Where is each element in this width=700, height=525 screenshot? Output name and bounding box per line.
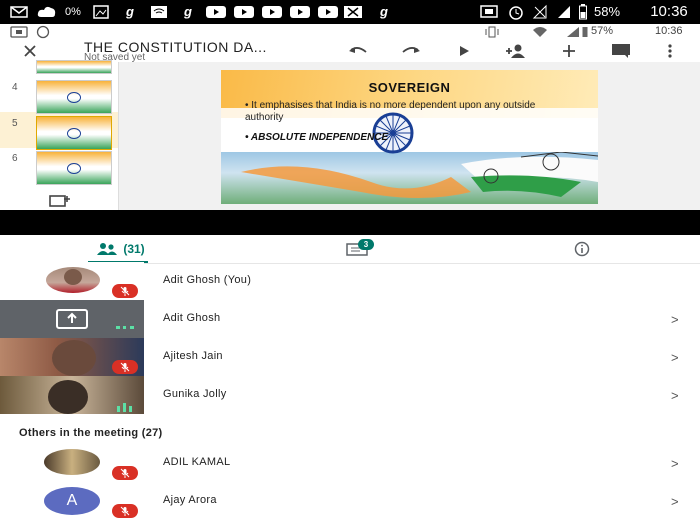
battery-icon <box>578 3 588 20</box>
vibrate-icon <box>484 26 500 41</box>
redo-button[interactable] <box>397 40 425 62</box>
participant-row[interactable]: Adit Ghosh (You) <box>0 262 700 300</box>
signal-icon <box>554 3 574 20</box>
clock: 10:36 <box>655 25 683 37</box>
tab-chat[interactable]: 3 <box>334 235 380 263</box>
clock: 10:36 <box>650 3 688 20</box>
close-icon <box>24 45 36 57</box>
comment-icon <box>612 44 630 58</box>
chevron-right-icon[interactable]: > <box>671 388 679 403</box>
chat-badge: 3 <box>358 239 374 250</box>
mic-off-icon <box>112 284 138 298</box>
battery-percent: 57% <box>591 25 614 37</box>
slide-bullet: • ABSOLUTE INDEPENDENCE <box>245 132 389 143</box>
divider-band <box>0 210 700 235</box>
play-icon <box>460 46 469 56</box>
mic-off-icon <box>112 504 138 518</box>
more-options-button[interactable] <box>656 40 684 62</box>
slide-bullet: • It emphasises that India is no more de… <box>245 100 536 123</box>
participant-row[interactable]: ADIL KAMAL > <box>0 444 700 482</box>
participant-name: Adit Ghosh (You) <box>163 274 252 286</box>
thumbnail-number: 4 <box>12 82 18 93</box>
video-icon <box>260 3 284 20</box>
cloud-icon <box>36 3 58 20</box>
people-count: (31) <box>123 242 145 256</box>
participant-video <box>52 340 96 376</box>
avatar <box>44 449 100 475</box>
participant-name: Adit Ghosh <box>163 312 221 324</box>
slide-title: SOVEREIGN <box>368 80 451 95</box>
network-text-icon: 0% <box>65 5 81 18</box>
speaking-icon <box>116 400 134 414</box>
cast-icon <box>478 3 500 20</box>
participant-row[interactable]: A Ajay Arora > <box>0 482 700 520</box>
slide-thumbnail-4[interactable] <box>36 80 112 114</box>
participant-name: Ajitesh Jain <box>163 350 223 362</box>
comment-button[interactable] <box>607 40 635 62</box>
tab-people[interactable]: (31) <box>86 235 154 263</box>
participant-name: Ajay Arora <box>163 494 217 506</box>
g-app-icon: g <box>380 4 388 19</box>
participant-name: ADIL KAMAL <box>163 456 231 468</box>
battery-percent: 58% <box>593 4 621 19</box>
chevron-right-icon[interactable]: > <box>671 350 679 365</box>
app-status-bar: 57% 10:36 <box>0 24 700 40</box>
participant-row[interactable]: Adit Ghosh > <box>0 300 700 338</box>
screenshare-icon <box>10 26 28 41</box>
current-slide[interactable]: SOVEREIGN • It emphasises that India is … <box>221 70 598 204</box>
wifi-icon <box>148 3 170 20</box>
undo-icon <box>349 47 367 53</box>
slide-thumbnail-5[interactable] <box>36 116 112 150</box>
thumbnail-number: 5 <box>12 118 18 129</box>
avatar: A <box>44 487 100 515</box>
info-icon <box>574 241 590 257</box>
share-button[interactable] <box>502 40 530 62</box>
add-person-icon <box>506 44 525 58</box>
participant-row[interactable]: Ajitesh Jain > <box>0 338 700 376</box>
tab-info[interactable] <box>570 235 594 263</box>
participant-tile <box>0 300 144 338</box>
mail-icon <box>8 3 30 20</box>
chevron-right-icon[interactable]: > <box>671 312 679 327</box>
mic-off-icon <box>112 360 138 374</box>
g-app-icon: g <box>184 4 192 19</box>
avatar <box>46 267 100 293</box>
slide-thumbnail-6[interactable] <box>36 151 112 185</box>
video-icon <box>232 3 256 20</box>
thumbnail-number: 6 <box>12 153 18 164</box>
insert-button[interactable] <box>555 40 583 62</box>
others-section-title: Others in the meeting (27) <box>19 427 163 439</box>
more-icon <box>668 44 672 58</box>
people-icon <box>97 243 118 255</box>
presenting-screen-icon <box>56 309 88 329</box>
video-icon <box>288 3 312 20</box>
signal-off-icon <box>530 3 550 20</box>
add-icon <box>563 45 575 57</box>
participant-row[interactable]: Gunika Jolly > <box>0 376 700 414</box>
battery-icon <box>582 26 588 41</box>
close-button[interactable] <box>16 40 44 62</box>
add-slide-icon <box>49 195 70 207</box>
chevron-right-icon[interactable]: > <box>671 494 679 509</box>
chevron-right-icon[interactable]: > <box>671 456 679 471</box>
wifi-icon <box>532 26 548 41</box>
participant-tile <box>0 376 144 414</box>
redo-icon <box>402 47 420 53</box>
signal-icon <box>566 26 580 41</box>
close-box-icon <box>342 3 364 20</box>
image-icon <box>92 3 110 20</box>
alarm-icon <box>506 3 526 20</box>
mic-off-icon <box>112 466 138 480</box>
flag-map-graphic <box>241 152 598 198</box>
slide-thumbnail-3[interactable] <box>36 60 112 74</box>
participant-name: Gunika Jolly <box>163 388 227 400</box>
video-icon <box>204 3 228 20</box>
audio-level-icon <box>116 326 134 332</box>
undo-button[interactable] <box>344 40 372 62</box>
present-button[interactable] <box>450 40 478 62</box>
device-status-bar: 0% g g g 58% 10:36 <box>0 0 700 24</box>
video-icon <box>316 3 340 20</box>
participant-video <box>48 380 88 414</box>
g-app-icon: g <box>126 4 134 19</box>
